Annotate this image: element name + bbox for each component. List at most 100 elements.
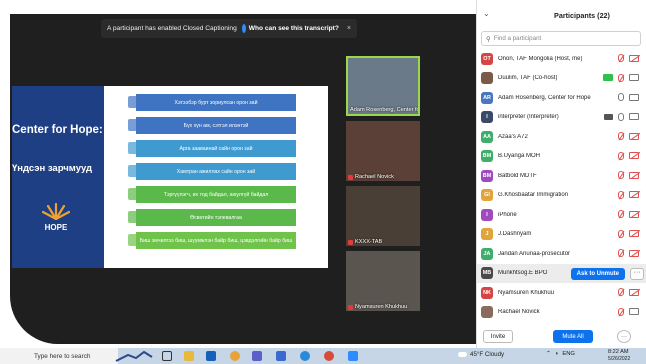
participant-row[interactable]: OT Onon, TAF Mongolia (Host, me) <box>477 49 646 69</box>
camera-icon <box>629 113 639 120</box>
participant-status-icons <box>618 93 639 101</box>
weather-widget[interactable]: 45°F Cloudy <box>458 351 504 358</box>
participant-row[interactable]: J J.Dashnyam <box>477 225 646 245</box>
weather-text: 45°F Cloudy <box>470 351 505 358</box>
participant-status-icons <box>618 249 639 257</box>
panel-title: Participants (22) <box>554 10 610 20</box>
teams-icon[interactable] <box>252 351 262 361</box>
muted-mic-icon <box>348 174 353 180</box>
participant-row[interactable]: AA Azaa's A72 <box>477 127 646 147</box>
network-icon[interactable]: ⌃ <box>546 351 551 357</box>
participant-status-icons <box>618 171 639 179</box>
app-r-icon[interactable] <box>276 351 286 361</box>
principles-list: Хэтээбэр бурт зориулсан орон зай Бүх хүн … <box>116 92 316 268</box>
participant-name: Rachael Novick <box>355 174 394 180</box>
microphone-muted-icon <box>618 288 624 296</box>
taskbar-search-box[interactable]: Type here to search <box>0 348 118 364</box>
participant-name: Azaa's A72 <box>498 133 528 140</box>
panel-header: ⌄ Participants (22) <box>477 0 646 30</box>
mute-all-button[interactable]: Mute All <box>553 330 593 343</box>
principle-step: Хамтран ажиллах сайн орон зай <box>136 163 296 180</box>
volume-icon[interactable]: ◖ <box>555 351 559 357</box>
ask-to-unmute-button[interactable]: Ask to Unmute <box>570 267 625 280</box>
avatar: OT <box>481 52 493 65</box>
search-icon: ⚲ <box>486 35 491 43</box>
slide-subtitle: Үндсэн зарчмууд <box>12 163 93 174</box>
video-tile[interactable]: Nyamsuren Khukhuu <box>346 251 420 311</box>
participant-row[interactable]: Rachael Novick <box>477 303 646 323</box>
camera-icon <box>629 93 639 101</box>
principle-step: Хэтээбэр бурт зориулсан орон зай <box>136 94 296 111</box>
chrome-icon[interactable] <box>230 351 240 361</box>
taskbar-clock[interactable]: 8:22 AM 5/26/2022 <box>608 349 646 363</box>
avatar: JA <box>481 247 493 260</box>
task-view-icon[interactable] <box>162 351 172 361</box>
video-tile[interactable]: Adam Rosenberg, Center for Ho... <box>346 56 420 116</box>
participant-status-icons <box>618 132 639 140</box>
clock-date: 5/26/2022 <box>608 356 631 362</box>
camera-off-icon <box>629 132 639 140</box>
avatar: I <box>481 111 493 124</box>
participant-search-input[interactable]: ⚲ Find a participant <box>481 31 641 46</box>
participant-name: Duulim, TAF (Co-host) <box>498 75 558 82</box>
camera-icon <box>629 308 639 315</box>
participant-status-icons <box>618 210 639 218</box>
principle-step: Бүх хүн ам, сэтгэл илэнтэй <box>136 117 296 134</box>
participant-more-button[interactable]: ··· <box>630 267 644 280</box>
more-options-button[interactable]: ··· <box>617 330 631 343</box>
invite-button[interactable]: Invite <box>483 330 513 343</box>
system-tray[interactable]: ⌃ ◖ ENG <box>546 351 575 357</box>
close-banner-button[interactable]: × <box>347 25 351 32</box>
muted-mic-icon <box>348 239 353 245</box>
participant-row[interactable]: NK Nyamsuren Khukhuu <box>477 283 646 303</box>
windows-taskbar: Type here to search 45°F Cloudy ⌃ ◖ ENG … <box>0 348 646 364</box>
participant-name: Rachael Novick <box>498 309 540 316</box>
participant-row[interactable]: GI G.Khosbaatar Immigration <box>477 186 646 206</box>
participant-row[interactable]: IiPhone <box>477 205 646 225</box>
avatar <box>481 72 493 85</box>
language-indicator[interactable]: ENG <box>562 351 575 357</box>
shared-slide: Center for Hope: Үндсэн зарчмууд HOPE Хэ… <box>12 86 328 268</box>
taskbar-search-text: Type here to search <box>34 352 91 360</box>
microphone-muted-icon <box>618 190 624 199</box>
video-tile[interactable]: Rachael Novick <box>346 121 420 181</box>
participant-name: G.Khosbaatar Immigration <box>498 192 569 199</box>
participant-row[interactable]: AR Adam Rosenberg, Center for Hope <box>477 88 646 108</box>
outlook-icon[interactable] <box>206 351 216 361</box>
participant-name: Nyamsuren Khukhuu <box>498 289 555 296</box>
participant-row[interactable]: JA Jandan Ariunaa-prosecutor <box>477 244 646 264</box>
participant-status-icons <box>618 229 639 238</box>
participant-row[interactable]: BM Batbold MDTF <box>477 166 646 186</box>
chrome-alt-icon[interactable] <box>324 351 334 361</box>
video-tile[interactable]: KXXX-TAB <box>346 186 420 246</box>
participant-row[interactable]: MB Munkhtsog.E BPO Ask to Unmute ··· <box>477 263 646 283</box>
skype-icon[interactable] <box>300 351 310 361</box>
participant-row[interactable]: Iinterpreter (Interpreter) <box>477 108 646 128</box>
participant-row[interactable]: BM B.Uyanga MOH <box>477 147 646 167</box>
interpreter-icon <box>604 113 613 120</box>
zoom-app-icon[interactable] <box>348 351 358 361</box>
participant-name: J.Dashnyam <box>498 231 532 238</box>
avatar <box>481 306 493 319</box>
sun-rays-icon <box>42 202 70 220</box>
camera-off-icon <box>629 54 639 62</box>
participant-list: OT Onon, TAF Mongolia (Host, me) Duulim, T… <box>477 49 646 322</box>
participant-row[interactable]: Duulim, TAF (Co-host) <box>477 69 646 89</box>
cortana-animation-icon[interactable] <box>114 349 154 363</box>
participant-name: Nyamsuren Khukhuu <box>355 304 408 310</box>
participant-name: iPhone <box>498 211 517 218</box>
avatar: I <box>481 208 493 221</box>
principle-step: Арга зааваинай сайн орон зай <box>136 140 296 157</box>
microphone-muted-icon <box>618 229 624 238</box>
file-explorer-icon[interactable] <box>184 351 194 361</box>
principle-step: Тэргүүлэгч, их тод байдал, аюулгүй байда… <box>136 186 296 203</box>
closed-caption-banner: A participant has enabled Closed Caption… <box>101 19 357 38</box>
video-tile-name: Adam Rosenberg, Center for Ho... <box>350 107 418 113</box>
microphone-muted-icon <box>618 132 624 140</box>
participant-name: KXXX-TAB <box>355 239 383 245</box>
participant-status-icons <box>604 112 639 121</box>
avatar: NK <box>481 286 493 299</box>
participant-name: interpreter (Interpreter) <box>498 114 559 121</box>
meeting-window: A participant has enabled Closed Caption… <box>0 0 476 348</box>
transcript-visibility-link[interactable]: Who can see this transcript? <box>249 25 339 32</box>
